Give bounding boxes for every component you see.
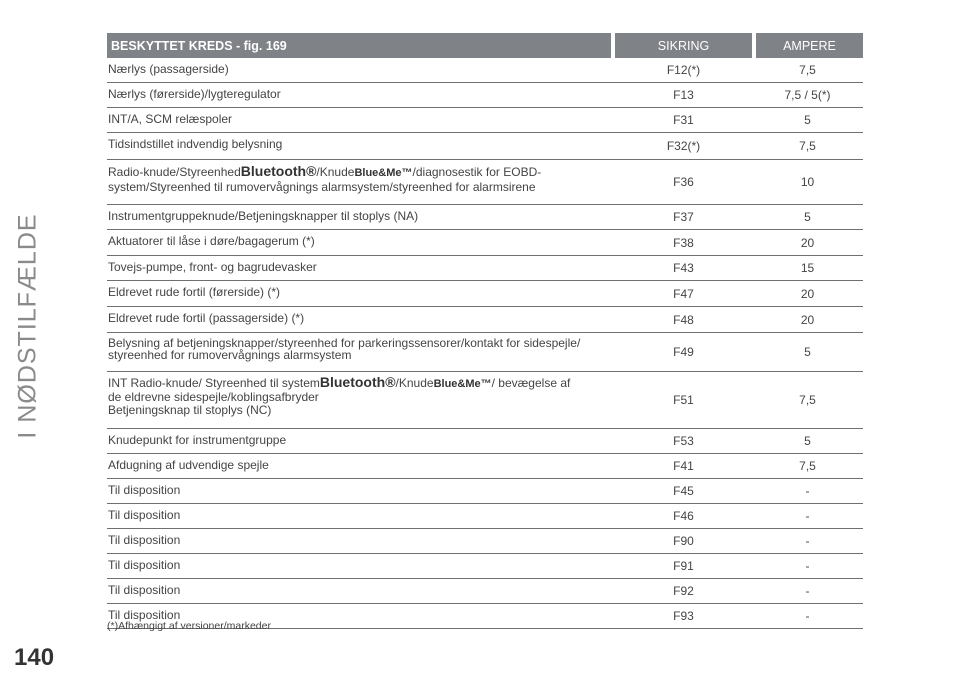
row-fuse: F43 — [673, 261, 694, 275]
footnote-marker: (*) — [817, 88, 831, 102]
row-circuit: Til disposition — [108, 583, 181, 597]
row-circuit: Afdugning af udvendige spejle — [108, 458, 269, 472]
row-circuit: INT Radio-knude/ Styreenhed til systemBl… — [108, 374, 571, 417]
row-ampere: 5 — [804, 210, 811, 224]
row-circuit: Nærlys (førerside)/lygteregulator — [108, 87, 281, 101]
table-row: Radio-knude/StyreenhedBluetooth®/KnudeBl… — [107, 160, 863, 205]
row-circuit: Eldrevet rude fortil (passagerside) (*) — [108, 311, 305, 325]
row-ampere: - — [805, 559, 810, 573]
row-circuit: Radio-knude/StyreenhedBluetooth®/KnudeBl… — [108, 163, 542, 194]
row-fuse: F41 — [673, 459, 694, 473]
row-fuse: F38 — [673, 235, 694, 250]
row-ampere: 20 — [800, 235, 815, 250]
row-circuit: Til disposition — [108, 483, 181, 497]
row-fuse: F47 — [673, 286, 694, 301]
blueme-wordmark: Blue&Me™ — [354, 167, 413, 179]
table-header: BESKYTTET KREDS - fig. 169 SIKRING AMPER… — [107, 33, 863, 58]
table-row: Aktuatorer til låse i døre/bagagerum (*)… — [107, 230, 863, 256]
table-row: INT/A, SCM relæspoler F31 5 — [107, 108, 863, 133]
table-row: Til disposition F90 - — [107, 529, 863, 554]
row-circuit: Til disposition — [108, 508, 181, 522]
row-fuse: F93 — [673, 609, 694, 623]
footnote-marker: (*) — [687, 63, 701, 77]
row-fuse: F12 (*) — [666, 63, 701, 77]
table-row: Afdugning af udvendige spejle F41 7,5 — [107, 454, 863, 479]
table-row: Belysning af betjeningsknapper/styreenhe… — [107, 333, 863, 372]
row-ampere: 20 — [800, 286, 815, 301]
table-row: Knudepunkt for instrumentgruppe F53 5 — [107, 429, 863, 454]
row-ampere: 7,5 — [799, 393, 816, 407]
table-row: Til disposition F92 - — [107, 579, 863, 604]
table-row: Tidsindstillet indvendig belysning F32 (*… — [107, 133, 863, 160]
row-ampere: 20 — [800, 312, 815, 327]
footnote-marker: (*) — [302, 234, 315, 248]
bluetooth-wordmark: Bluetooth® — [240, 163, 317, 179]
row-fuse: F48 — [673, 312, 694, 327]
row-circuit: INT/A, SCM relæspoler — [108, 112, 233, 126]
row-fuse: F31 — [673, 113, 694, 127]
table-row: Eldrevet rude fortil (passagerside) (*) … — [107, 307, 863, 333]
row-fuse: F51 — [673, 393, 694, 407]
row-ampere: 7,5 / 5 (*) — [784, 88, 831, 102]
table-row: INT Radio-knude/ Styreenhed til systemBl… — [107, 372, 863, 429]
blueme-wordmark: Blue&Me™ — [433, 378, 492, 390]
row-fuse: F53 — [673, 434, 694, 448]
table-row: Nærlys (passagerside) F12 (*) 7,5 — [107, 58, 863, 83]
side-section-title-text: I NØDSTILFÆLDE — [13, 213, 42, 439]
table-row: Eldrevet rude fortil (førerside) (*) F47… — [107, 281, 863, 307]
page-number: 140 — [14, 644, 55, 671]
row-circuit: Tovejs-pumpe, front- og bagrudevasker — [108, 260, 317, 274]
table-row: Tovejs-pumpe, front- og bagrudevasker F4… — [107, 256, 863, 281]
row-ampere: 7,5 — [799, 63, 816, 77]
header-fuse: SIKRING — [615, 33, 752, 58]
row-circuit: Eldrevet rude fortil (førerside) (*) — [108, 285, 281, 299]
row-ampere: 10 — [800, 175, 815, 189]
header-circuit: BESKYTTET KREDS - fig. 169 — [107, 33, 611, 58]
row-ampere: - — [805, 609, 810, 623]
row-ampere: - — [805, 484, 810, 498]
footnote-marker: (*) — [687, 139, 701, 153]
row-fuse: F13 — [673, 88, 694, 102]
row-ampere: 5 — [804, 345, 811, 359]
fuse-table: BESKYTTET KREDS - fig. 169 SIKRING AMPER… — [107, 33, 863, 629]
row-ampere: 7,5 — [799, 139, 816, 153]
table-row: Nærlys (førerside)/lygteregulator F13 7,… — [107, 83, 863, 108]
row-circuit: Nærlys (passagerside) — [108, 62, 229, 76]
table-row: Instrumentgruppeknude/Betjeningsknapper … — [107, 205, 863, 230]
row-fuse: F92 — [673, 584, 694, 598]
row-ampere: - — [805, 534, 810, 548]
row-ampere: 7,5 — [799, 459, 816, 473]
row-ampere: 5 — [804, 113, 811, 127]
row-fuse: F32 (*) — [666, 139, 701, 153]
row-circuit: Belysning af betjeningsknapper/styreenhe… — [108, 336, 581, 362]
row-circuit: Instrumentgruppeknude/Betjeningsknapper … — [108, 209, 419, 223]
row-circuit: Til disposition — [108, 558, 181, 572]
row-circuit: Aktuatorer til låse i døre/bagagerum (*) — [108, 234, 315, 248]
footnote: (*)Afhængigt af versioner/markeder — [107, 620, 271, 632]
row-ampere: - — [805, 584, 810, 598]
row-ampere: - — [805, 509, 810, 523]
row-circuit: Til disposition — [108, 533, 181, 547]
table-row: Til disposition F45 - — [107, 479, 863, 504]
footnote-marker: (*) — [267, 285, 281, 299]
row-ampere: 5 — [804, 434, 811, 448]
row-circuit: Knudepunkt for instrumentgruppe — [108, 433, 287, 447]
bluetooth-wordmark: Bluetooth® — [319, 374, 396, 390]
footnote-marker: (*) — [291, 311, 305, 325]
table-row: Til disposition F46 - — [107, 504, 863, 529]
row-fuse: F91 — [673, 559, 694, 573]
row-ampere: 15 — [800, 261, 815, 275]
row-fuse: F46 — [673, 509, 694, 523]
row-fuse: F49 — [673, 345, 694, 359]
row-circuit: Tidsindstillet indvendig belysning — [108, 137, 283, 151]
row-fuse: F37 — [673, 210, 694, 224]
row-fuse: F45 — [673, 484, 694, 498]
row-fuse: F36 — [673, 175, 694, 189]
header-ampere: AMPERE — [756, 33, 863, 58]
row-fuse: F90 — [673, 534, 694, 548]
table-row: Til disposition F91 - — [107, 554, 863, 579]
